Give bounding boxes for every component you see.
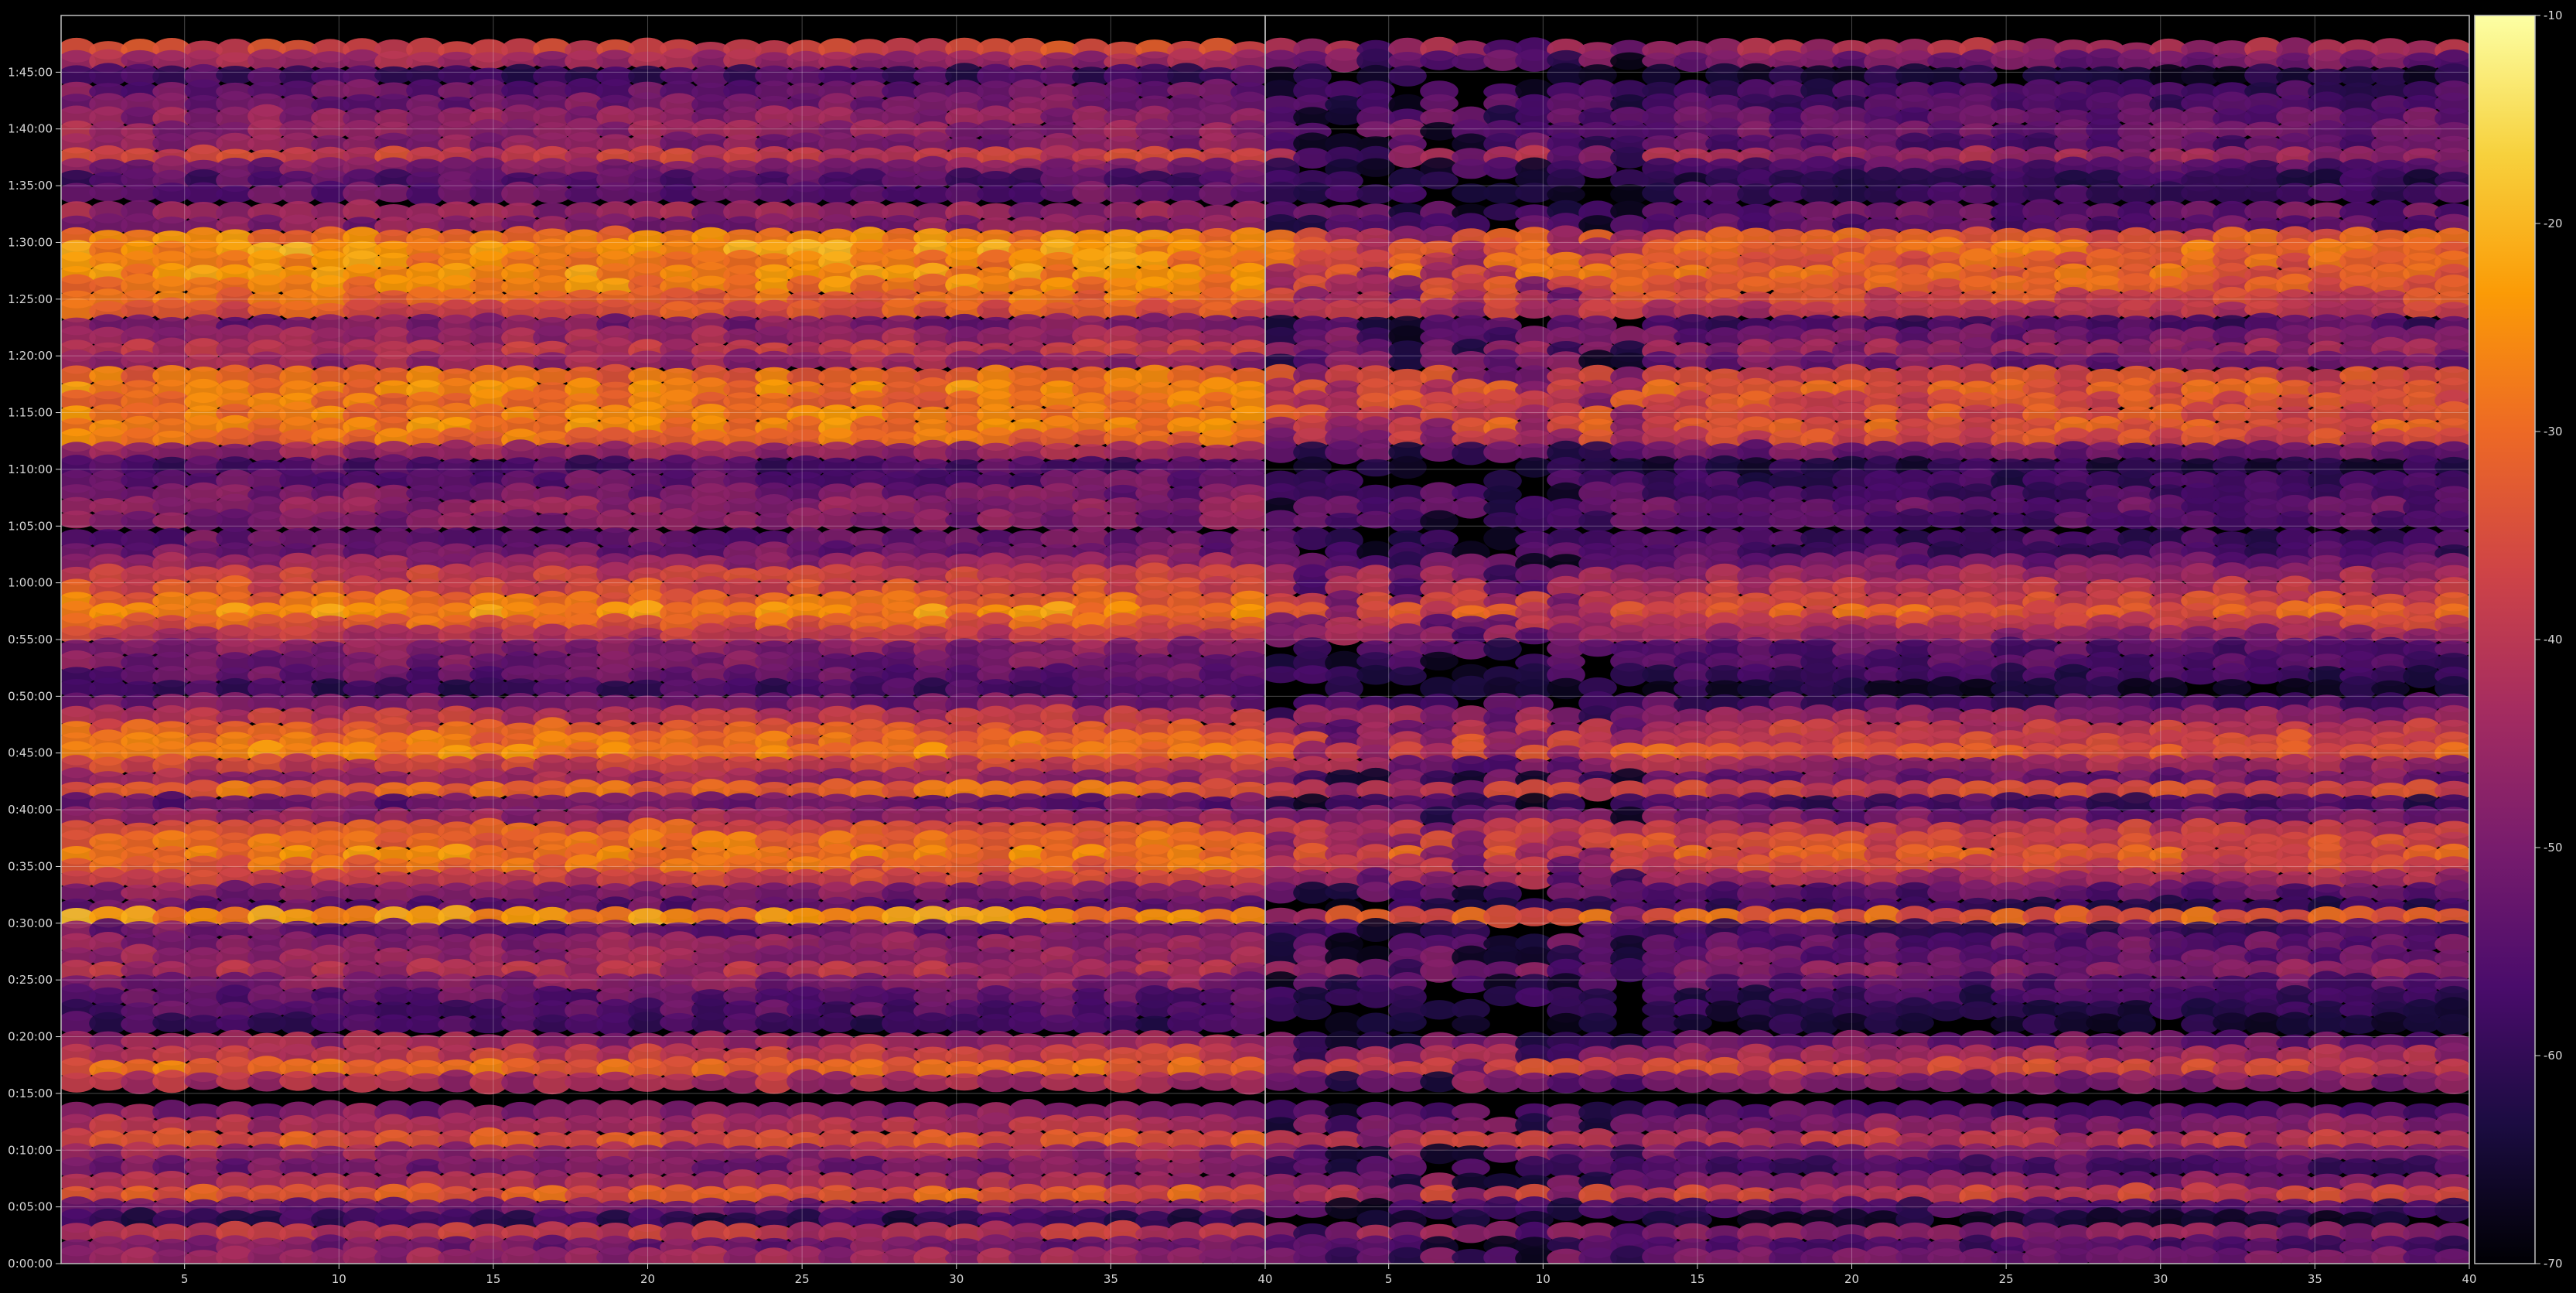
heatmap-cell xyxy=(1420,171,1459,189)
heatmap-cell xyxy=(1230,1070,1265,1095)
heatmap-cell xyxy=(1578,160,1617,179)
heatmap-cell xyxy=(1420,510,1459,533)
left-panel-heatmap xyxy=(61,15,1265,1264)
heatmap-cell xyxy=(1230,1012,1265,1035)
spectrogram-chart: 0:00:000:05:000:10:000:15:000:20:000:25:… xyxy=(0,0,2576,1293)
heatmap-cell xyxy=(2434,181,2469,203)
heatmap-cell xyxy=(1388,184,1427,203)
heatmap-cell xyxy=(1388,455,1427,479)
heatmap-cell xyxy=(2434,510,2469,533)
heatmap-cell xyxy=(1356,158,1395,177)
heatmap-cell xyxy=(1388,65,1427,87)
right-panel-heatmap xyxy=(1265,15,2469,1264)
